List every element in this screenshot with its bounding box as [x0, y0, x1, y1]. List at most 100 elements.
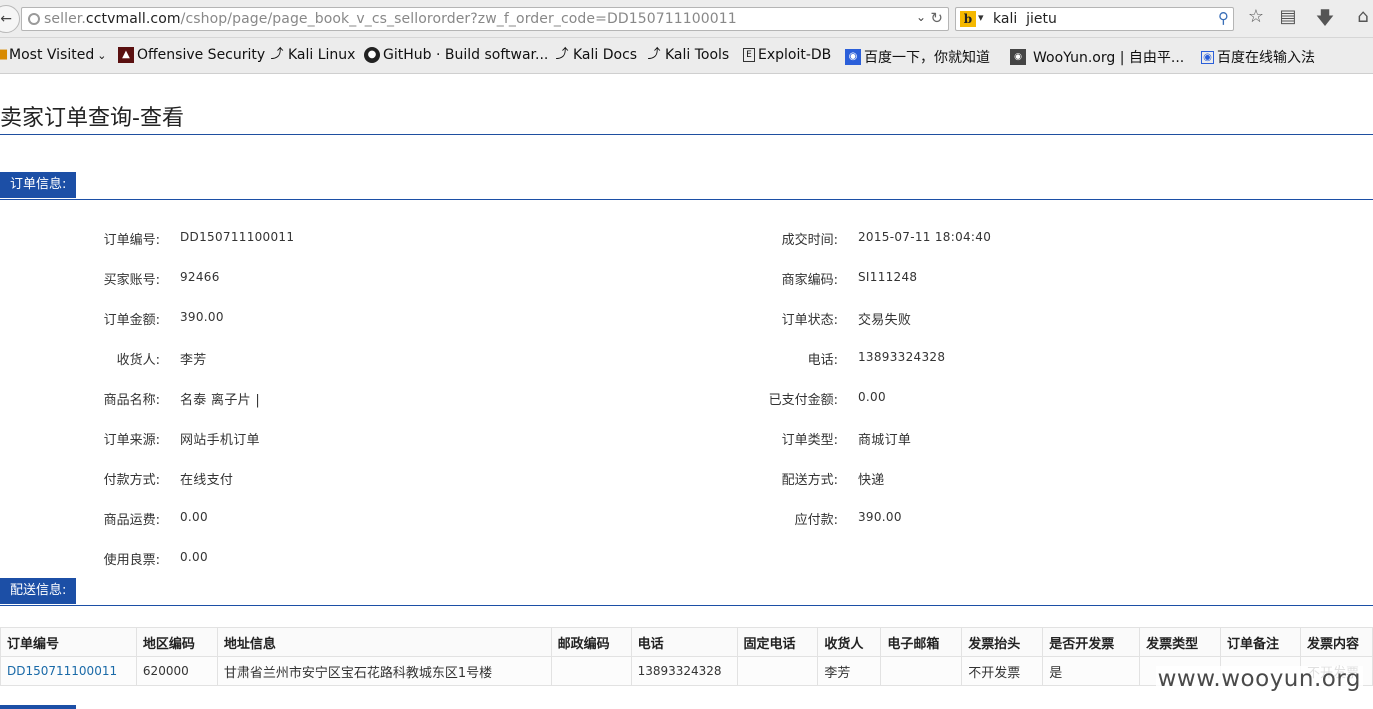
cell-postcode [550, 656, 632, 686]
cell-invoice-issued: 是 [1042, 656, 1141, 686]
search-bar[interactable]: b ▾ kali jietu ⚲ [955, 7, 1234, 31]
reading-list-icon[interactable]: ▤ [1276, 6, 1300, 27]
bookmark-kali-tools[interactable]: ⤴ Kali Tools [646, 47, 729, 63]
field-value-deal-time: 2015-07-11 18:04:40 [858, 230, 992, 244]
cell-address: 甘肃省兰州市安宁区宝石花路科教城东区1号楼 [216, 656, 552, 686]
bookmark-baidu[interactable]: ◉ 百度一下，你就知道 [845, 47, 990, 67]
col-header-invoice-title: 发票抬头 [961, 627, 1044, 657]
bookmark-label: Kali Tools [665, 47, 730, 63]
search-icon[interactable]: ⚲ [1218, 9, 1229, 27]
col-header-invoice-content: 发票内容 [1299, 627, 1373, 657]
title-divider [0, 134, 1373, 135]
cell-phone: 13893324328 [630, 656, 738, 686]
baidu-icon: ◉ [845, 49, 861, 65]
url-path: /cshop/page/page_book_v_cs_sellororder?z… [180, 11, 737, 27]
field-value-order-status: 交易失败 [858, 313, 912, 328]
bookmark-wooyun[interactable]: ◉ WooYun.org | 自由平... [1010, 47, 1184, 67]
cell-invoice-title: 不开发票 [961, 656, 1044, 686]
field-label-phone: 电话: [807, 353, 838, 368]
rss-icon: ■ [0, 47, 9, 62]
bookmark-baidu-ime[interactable]: ◉ 百度在线输入法 [1201, 47, 1315, 67]
field-value-consignee: 李芳 [180, 353, 207, 368]
bookmark-label: 百度一下，你就知道 [864, 50, 990, 66]
url-text: seller.cctvmall.com/cshop/page/page_book… [44, 11, 737, 27]
address-bar[interactable]: seller.cctvmall.com/cshop/page/page_book… [21, 7, 949, 31]
cell-landline [736, 656, 819, 686]
field-value-order-type: 商城订单 [858, 433, 912, 448]
delivery-info-divider [0, 605, 1373, 606]
cell-order-code-link[interactable]: DD150711100011 [0, 656, 137, 686]
field-value-order-source: 网站手机订单 [180, 433, 260, 448]
field-label-amount-due: 应付款: [794, 513, 838, 528]
bookmark-most-visited[interactable]: ■ Most Visited ⌄ [0, 47, 106, 63]
field-label-paid-amount: 已支付金额: [768, 393, 838, 408]
col-header-invoice-type: 发票类型 [1139, 627, 1222, 657]
field-label-delivery-method: 配送方式: [781, 473, 838, 488]
bing-search-engine-icon[interactable]: b [960, 11, 976, 27]
page-title: 卖家订单查询-查看 [0, 106, 184, 131]
kali-dragon-icon: ⤴ [270, 47, 284, 62]
col-header-address: 地址信息 [216, 627, 552, 657]
exploitdb-icon: E [743, 48, 755, 62]
home-icon[interactable]: ⌂ [1351, 6, 1373, 27]
col-header-postcode: 邮政编码 [550, 627, 632, 657]
field-value-product-name: 名泰 离子片 | [180, 393, 261, 408]
url-prefix: seller. [44, 11, 86, 27]
field-label-order-amount: 订单金额: [103, 313, 160, 328]
wooyun-icon: ◉ [1010, 49, 1026, 65]
col-header-order-code: 订单编号 [0, 627, 137, 657]
field-value-phone: 13893324328 [858, 350, 946, 364]
bookmark-kali-linux[interactable]: ⤴ Kali Linux [269, 47, 355, 63]
field-label-coupon-used: 使用良票: [103, 553, 160, 568]
field-value-shipping-fee: 0.00 [180, 510, 208, 524]
field-label-product-name: 商品名称: [103, 393, 160, 408]
field-value-amount-due: 390.00 [858, 510, 902, 524]
col-header-landline: 固定电话 [736, 627, 819, 657]
offsec-icon: ▲ [118, 47, 134, 63]
url-history-chevron-icon[interactable]: ⌄ [916, 10, 926, 24]
back-arrow-icon[interactable]: ← [0, 5, 20, 33]
search-input[interactable]: kali jietu [993, 11, 1057, 27]
field-label-merchant-code: 商家编码: [781, 273, 838, 288]
bookmark-label: 百度在线输入法 [1217, 50, 1315, 66]
site-identity-icon[interactable] [28, 13, 40, 25]
kali-dragon-icon: ⤴ [555, 47, 569, 62]
bookmark-kali-docs[interactable]: ⤴ Kali Docs [554, 47, 637, 63]
baidu-ime-icon: ◉ [1201, 50, 1214, 64]
download-arrow-icon[interactable]: 🡇 [1313, 6, 1337, 36]
github-icon: ● [364, 47, 380, 63]
bookmark-label: WooYun.org | 自由平... [1033, 50, 1185, 66]
bookmark-label: GitHub · Build softwar... [383, 47, 549, 63]
bookmark-label: Most Visited [9, 47, 95, 63]
field-label-shipping-fee: 商品运费: [103, 513, 160, 528]
bookmark-exploit-db[interactable]: E Exploit-DB [743, 47, 831, 63]
url-domain: cctvmall.com [85, 11, 181, 27]
bookmark-github[interactable]: ● GitHub · Build softwar... [364, 47, 548, 63]
field-label-buyer-account: 买家账号: [103, 273, 160, 288]
watermark: www.wooyun.org [1155, 666, 1363, 692]
field-value-order-amount: 390.00 [180, 310, 224, 324]
cell-email [880, 656, 963, 686]
bookmark-star-icon[interactable]: ☆ [1244, 6, 1268, 27]
field-value-merchant-code: SI111248 [858, 270, 918, 284]
field-label-order-code: 订单编号: [103, 233, 160, 248]
field-label-order-type: 订单类型: [781, 433, 838, 448]
search-engine-chevron-icon[interactable]: ▾ [978, 11, 984, 24]
bookmark-label: Exploit-DB [758, 47, 832, 63]
field-label-deal-time: 成交时间: [781, 233, 838, 248]
reload-icon[interactable]: ↻ [930, 9, 943, 27]
col-header-consignee: 收货人 [817, 627, 882, 657]
field-value-order-code: DD150711100011 [180, 230, 295, 244]
table-header-row: 订单编号 地区编码 地址信息 邮政编码 电话 固定电话 收货人 电子邮箱 发票抬… [0, 627, 1373, 657]
field-value-payment-method: 在线支付 [180, 473, 234, 488]
col-header-phone: 电话 [630, 627, 738, 657]
field-value-delivery-method: 快递 [858, 473, 885, 488]
cell-consignee: 李芳 [817, 656, 882, 686]
field-label-payment-method: 付款方式: [103, 473, 160, 488]
bookmark-label: Kali Linux [288, 47, 356, 63]
bookmark-offensive-security[interactable]: ▲ Offensive Security [118, 47, 265, 63]
cell-region-code: 620000 [135, 656, 218, 686]
field-label-consignee: 收货人: [116, 353, 160, 368]
col-header-region-code: 地区编码 [135, 627, 218, 657]
order-info-section-tab: 订单信息: [0, 172, 76, 198]
